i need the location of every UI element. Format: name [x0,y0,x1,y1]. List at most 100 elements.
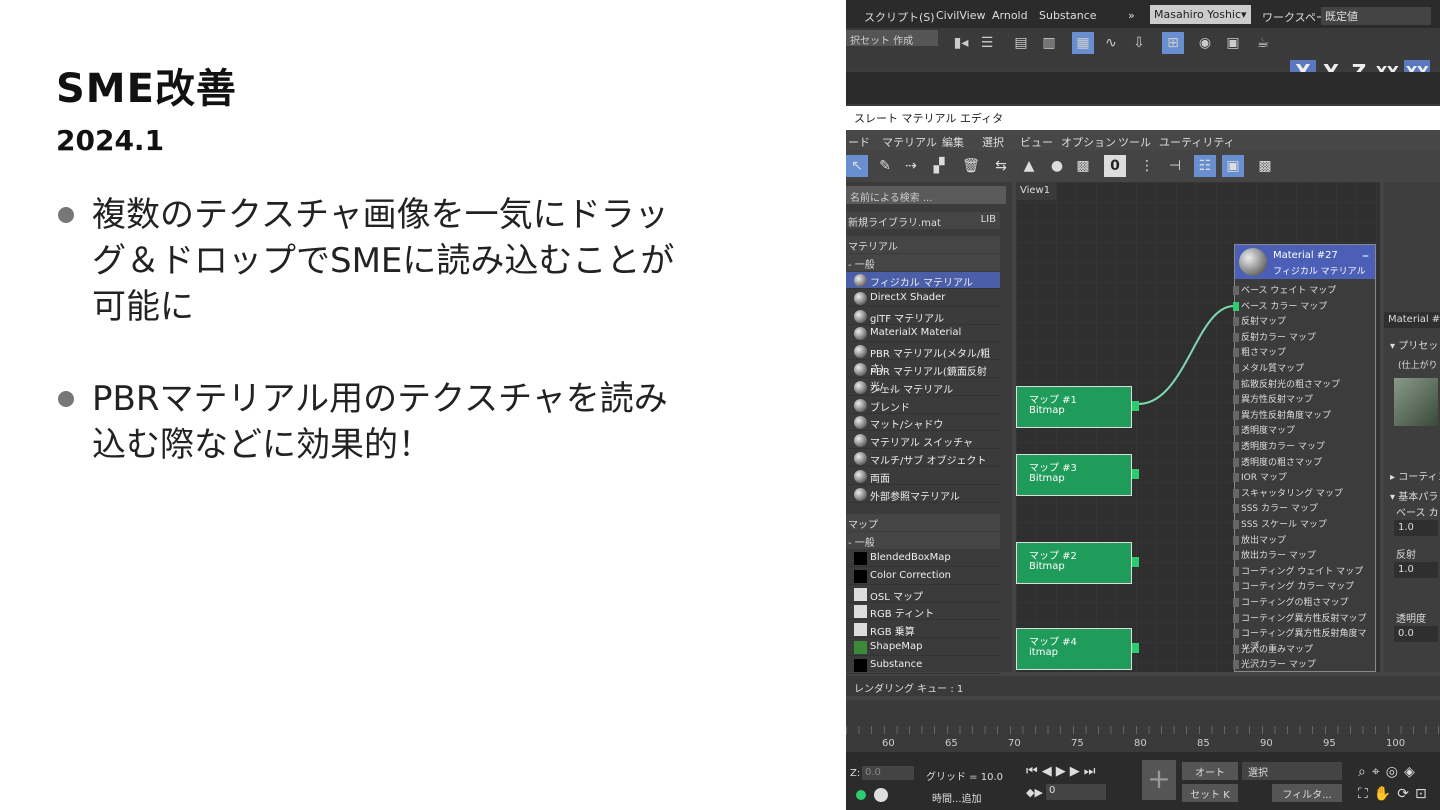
material-slot[interactable]: ベース ウェイト マップ [1233,283,1371,299]
input-socket[interactable] [1233,332,1239,342]
navigator-icon[interactable]: ☷ [1194,155,1216,177]
maps-general-group[interactable]: - 一般 [846,532,1000,549]
library-material-item[interactable]: ブレンド [846,397,1000,414]
preset-thumbnail[interactable] [1394,378,1438,426]
input-socket[interactable] [1233,442,1239,451]
reflection-weight-field[interactable]: 1.0 [1394,562,1438,578]
record-icon[interactable] [874,788,888,802]
input-socket[interactable] [1233,488,1239,498]
library-material-item[interactable]: PBR マテリアル(鏡面反射光/... [846,361,1000,393]
preset-rollout[interactable]: ▾ プリセット [1390,337,1440,352]
checker-icon[interactable]: ▩ [1254,155,1276,177]
material-slot[interactable]: コーティング カラー マップ [1233,579,1371,595]
output-socket[interactable] [1132,557,1139,567]
pan-orbit-icons[interactable]: ⛶✋⟳⊡ [1358,786,1433,802]
set-key-icon[interactable]: + [1142,760,1176,800]
input-socket[interactable] [1233,317,1239,327]
library-map-item[interactable]: RGB 乗算 [846,621,1000,639]
material-slot[interactable]: コーティング異方性反射角度マップ [1233,626,1371,652]
library-material-item[interactable]: DirectX Shader [846,290,1000,307]
timeline[interactable]: 60 65 70 75 80 85 90 95 100 [846,702,1440,752]
library-file[interactable]: 新規ライブラリ.mat LIB [846,212,1000,229]
input-socket[interactable] [1233,410,1239,420]
input-socket[interactable] [1233,301,1239,311]
library-material-item[interactable]: マルチ/サブ オブジェクト [846,450,1000,467]
material-slot[interactable]: 異方性反射角度マップ [1233,408,1371,424]
material-slot[interactable]: 透明度マップ [1233,423,1371,439]
material-editor-icon[interactable]: ◉ [1194,32,1216,54]
bitmap-node[interactable]: マップ #4 itmap [1016,628,1139,670]
bitmap-node[interactable]: マップ #3 Bitmap [1016,454,1139,496]
schematic-icon[interactable]: ⊞ [1162,32,1184,54]
material-slot[interactable]: スキャッタリング マップ [1233,486,1371,502]
user-menu[interactable]: Masahiro Yoshic▾ [1150,5,1251,24]
dope-sheet-icon[interactable]: ⇩ [1128,32,1150,54]
hide-unused-icon[interactable]: ▲ [1018,155,1040,177]
library-material-item[interactable]: マテリアル スイッチャ [846,432,1000,450]
materials-group[interactable]: マテリアル [846,236,1000,253]
input-socket[interactable] [1233,286,1239,295]
base-weight-field[interactable]: 1.0 [1394,520,1438,536]
input-socket[interactable] [1233,457,1239,467]
material-slot[interactable]: 光沢カラー マップ [1233,657,1371,673]
sme-menu-material[interactable]: マテリアル [882,134,937,150]
collapse-icon[interactable]: – [1362,248,1369,264]
library-material-item[interactable]: シェル マテリアル [846,379,1000,396]
materials-general-group[interactable]: - 一般 [846,254,1000,271]
input-socket[interactable] [1233,629,1239,639]
key-mode-icon[interactable]: ◆▶ [1026,786,1043,799]
maps-group[interactable]: マップ [846,514,1000,531]
library-map-item[interactable]: BlendedBoxMap [846,550,1000,567]
sme-menu-utilities[interactable]: ユーティリティ [1159,134,1235,150]
mirror-icon[interactable]: ▮◂ [950,32,972,54]
output-socket[interactable] [1132,643,1139,653]
ribbon-icon[interactable]: ▦ [1072,32,1094,54]
material-slot[interactable]: コーティング ウェイト マップ [1233,564,1371,580]
material-slot[interactable]: 透明度カラー マップ [1233,439,1371,455]
input-socket[interactable] [1233,426,1239,436]
input-socket[interactable] [1233,473,1239,483]
eyedropper-icon[interactable]: ✎ [874,155,896,177]
library-material-item[interactable]: glTF マテリアル [846,308,1000,325]
preset-value[interactable]: (仕上がり [1398,358,1438,371]
material-slot[interactable]: 放出カラー マップ [1233,548,1371,564]
delete-icon[interactable]: 🗑 [960,155,982,177]
frame-field[interactable]: 0 [1046,784,1106,800]
bitmap-node[interactable]: マップ #1 Bitmap [1016,386,1139,428]
material-node-header[interactable]: Material #27 フィジカル マテリアル – [1235,245,1375,279]
input-socket[interactable] [1233,504,1239,514]
show-shaded-icon[interactable]: ● [1046,155,1068,177]
transparency-field[interactable]: 0.0 [1394,626,1438,642]
input-socket[interactable] [1233,551,1239,561]
select-tool-icon[interactable]: ↖ [846,155,868,177]
sme-menu-edit[interactable]: 編集 [942,134,964,150]
basic-params-rollout[interactable]: ▾ 基本パラ [1390,488,1438,503]
input-socket[interactable] [1233,520,1239,529]
material-slot[interactable]: 反射カラー マップ [1233,330,1371,346]
library-map-item[interactable]: Substance [846,657,1000,674]
sme-menu-view[interactable]: ビュー [1020,134,1053,150]
output-socket[interactable] [1132,401,1139,411]
set-key-button[interactable]: セット K [1182,784,1238,802]
input-socket[interactable] [1233,348,1239,358]
material-slot[interactable]: 反射マップ [1233,314,1371,330]
layer-icon[interactable]: ▥ [1038,32,1060,54]
library-material-item[interactable]: 両面 [846,468,1000,485]
coating-rollout[interactable]: ▸ コーティング [1390,468,1440,483]
input-socket[interactable] [1233,535,1239,545]
menu-overflow[interactable]: » [1128,9,1135,22]
viewport-nav-icons[interactable]: ⌕⌖◎◈ [1358,764,1421,780]
material-slot[interactable]: 光沢の重みマップ [1233,642,1371,658]
input-socket[interactable] [1233,379,1239,389]
input-socket[interactable] [1233,598,1239,607]
material-slot[interactable]: SSS スケール マップ [1233,517,1371,533]
menu-arnold[interactable]: Arnold [992,9,1028,22]
menu-civilview[interactable]: CivilView [936,9,985,22]
input-socket[interactable] [1233,613,1239,623]
material-slot[interactable]: 粗さマップ [1233,345,1371,361]
assign-material-icon[interactable]: ⇢ [900,155,922,177]
library-map-item[interactable]: Color Correction [846,568,1000,585]
input-socket[interactable] [1233,566,1239,576]
input-socket[interactable] [1233,582,1239,592]
material-slot[interactable]: ベース カラー マップ [1233,299,1371,315]
